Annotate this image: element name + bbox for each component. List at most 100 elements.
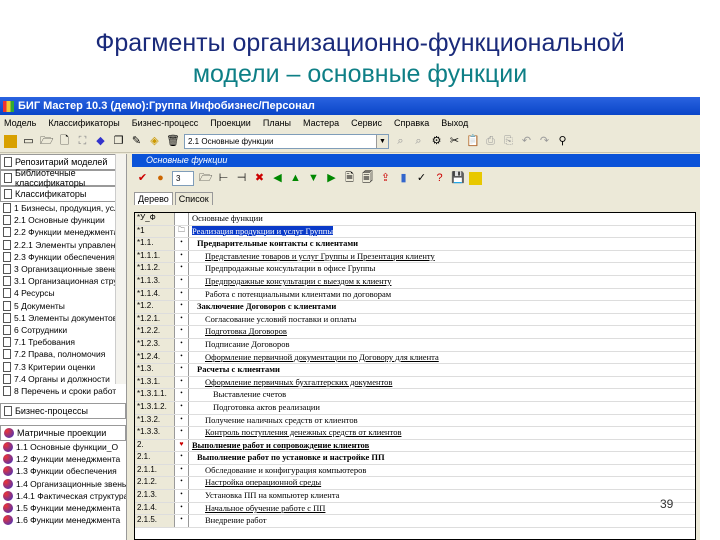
close-doc-icon[interactable] (469, 172, 482, 185)
menu-item[interactable]: Справка (394, 118, 429, 128)
open-icon[interactable]: 🗁 (40, 135, 53, 148)
preview-icon[interactable]: 🗎 (343, 172, 356, 185)
arrow-down-icon[interactable]: ▼ (307, 172, 320, 185)
table-row[interactable]: 2.1.•Выполнение работ по установке и нас… (135, 452, 695, 465)
settings-icon[interactable]: ⚙ (430, 135, 443, 148)
matrix-item[interactable]: 1.6 Функции менеджмента (0, 514, 126, 526)
table-row[interactable]: *1.2.1.•Согласование условий поставки и … (135, 314, 695, 327)
menu-item[interactable]: Модель (4, 118, 36, 128)
menu-item[interactable]: Бизнес-процесс (132, 118, 198, 128)
table-row[interactable]: *1.3.•Расчеты с клиентами (135, 364, 695, 377)
model-select[interactable]: 2.1 Основные функции▼ (184, 134, 389, 149)
replace-icon[interactable]: ⌕ (412, 135, 425, 148)
print-icon[interactable]: ⎙ (484, 135, 497, 148)
find-icon[interactable]: ⌕ (394, 135, 407, 148)
menu-item[interactable]: Мастера (303, 118, 339, 128)
table-row[interactable]: 2.♥Выполнение работ и сопровождение клие… (135, 440, 695, 453)
matrix-item[interactable]: 1.3 Функции обеспечения (0, 465, 126, 477)
table-row[interactable]: *1.3.1.1.•Выставление счетов (135, 389, 695, 402)
classifier-item[interactable]: 2.2.1 Элементы управления (0, 239, 126, 251)
classifier-item[interactable]: 7.4 Органы и должности (0, 373, 126, 385)
classifier-item[interactable]: 2.3 Функции обеспечения (0, 251, 126, 263)
table-row[interactable]: 2.1.2.•Настройка операционной среды (135, 477, 695, 490)
eraser-icon[interactable]: ◆ (94, 135, 107, 148)
classifier-item[interactable]: 6 Сотрудники (0, 324, 126, 336)
table-row[interactable]: *1.3.2.•Получение наличных средств от кл… (135, 415, 695, 428)
table-row[interactable]: *1.3.1.2.•Подготовка актов реализации (135, 402, 695, 415)
arrow-up-icon[interactable]: ▲ (289, 172, 302, 185)
table-row[interactable]: *1.1.2.•Предпродажные консультации в офи… (135, 263, 695, 276)
table-row[interactable]: *1🗀Реализация продукции и услуг Группы (135, 226, 695, 239)
matrix-item[interactable]: 1.4.1 Фактическая структура (0, 490, 126, 502)
table-row[interactable]: *1.1.•Предварительные контакты с клиента… (135, 238, 695, 251)
chevron-down-icon[interactable]: ▼ (376, 135, 388, 148)
classifier-item[interactable]: 7.2 Права, полномочия (0, 348, 126, 360)
classifier-item[interactable]: 5.1 Элементы документов (0, 312, 126, 324)
table-row[interactable]: 2.1.3.•Установка ПП на компьютер клиента (135, 490, 695, 503)
table-row[interactable]: *1.1.1.•Представление товаров и услуг Гр… (135, 251, 695, 264)
table-row[interactable]: *1.2.2.•Подготовка Договоров (135, 326, 695, 339)
help-icon[interactable]: ? (433, 172, 446, 185)
table-row[interactable]: 2.1.1.•Обследование и конфигурация компь… (135, 465, 695, 478)
arrow-right-icon[interactable]: ▶ (325, 172, 338, 185)
exit-icon[interactable] (4, 135, 17, 148)
matrix-group[interactable]: Матричные проекции (0, 425, 126, 441)
matrix-item[interactable]: 1.4 Организационные звенья (0, 478, 126, 490)
table-row[interactable]: 2.1.5.•Внедрение работ (135, 515, 695, 528)
palette-icon[interactable]: ● (154, 172, 167, 185)
business-process-group[interactable]: Бизнес-процессы (0, 403, 126, 419)
warning-icon[interactable]: ◈ (148, 135, 161, 148)
export-icon[interactable]: ⇪ (379, 172, 392, 185)
preview-icon[interactable]: ⎘ (502, 135, 515, 148)
matrix-item[interactable]: 1.1 Основные функции_О (0, 441, 126, 453)
table-row[interactable]: *1.2.3.•Подписание Договоров (135, 339, 695, 352)
binoculars-icon[interactable]: ⚲ (556, 135, 569, 148)
classifier-item[interactable]: 2.2 Функции менеджмента (0, 226, 126, 238)
classifier-item[interactable]: 7.3 Критерии оценки (0, 360, 126, 372)
tab-list[interactable]: Список (175, 192, 213, 205)
report-icon[interactable]: 🗐 (361, 172, 374, 185)
classifier-item[interactable]: 5 Документы (0, 300, 126, 312)
tab-tree[interactable]: Дерево (134, 192, 173, 205)
outdent-icon[interactable]: ⊣ (235, 172, 248, 185)
classifier-item[interactable]: 3 Организационные звенья (0, 263, 126, 275)
paste-icon[interactable]: 📋 (466, 135, 479, 148)
menu-item[interactable]: Классификаторы (48, 118, 119, 128)
matrix-item[interactable]: 1.5 Функции менеджмента (0, 502, 126, 514)
chart-icon[interactable]: ▮ (397, 172, 410, 185)
check-icon[interactable]: ✔ (136, 172, 149, 185)
new-icon[interactable]: 🗋 (58, 135, 71, 148)
classifier-item[interactable]: 2.1 Основные функции (0, 214, 126, 226)
delete-icon[interactable]: 🗑 (166, 135, 179, 148)
table-row[interactable]: *1.3.1.•Оформление первичных бухгалтерск… (135, 377, 695, 390)
undo-icon[interactable]: ↶ (520, 135, 533, 148)
indent-icon[interactable]: ⊢ (217, 172, 230, 185)
folder-icon[interactable]: 🗁 (199, 172, 212, 185)
window-icon[interactable]: ▭ (22, 135, 35, 148)
classifier-item[interactable]: 4 Ресурсы (0, 287, 126, 299)
copy-icon[interactable]: ❐ (112, 135, 125, 148)
navigator-group[interactable]: Библиотечные классификаторы (0, 170, 126, 186)
tree-icon[interactable]: ⛶ (76, 135, 89, 148)
menu-item[interactable]: Выход (441, 118, 468, 128)
navigator-group[interactable]: Классификаторы (0, 186, 126, 202)
edit-icon[interactable]: ✎ (130, 135, 143, 148)
table-row[interactable]: *1.3.3.•Контроль поступления денежных ср… (135, 427, 695, 440)
classifier-item[interactable]: 3.1 Организационная структура (0, 275, 126, 287)
classifier-item[interactable]: 1 Бизнесы, продукция, услуги (0, 202, 126, 214)
save-icon[interactable]: 💾 (451, 172, 464, 185)
scrollbar[interactable] (115, 154, 126, 384)
redo-icon[interactable]: ↷ (538, 135, 551, 148)
menu-item[interactable]: Сервис (351, 118, 382, 128)
remove-icon[interactable]: ✖ (253, 172, 266, 185)
classifier-item[interactable]: 7.1 Требования (0, 336, 126, 348)
matrix-item[interactable]: 1.2 Функции менеджмента (0, 453, 126, 465)
menu-item[interactable]: Проекции (210, 118, 251, 128)
classifier-item[interactable]: 8 Перечень и сроки работ (0, 385, 126, 397)
menu-item[interactable]: Планы (263, 118, 291, 128)
table-row[interactable]: *1.2.•Заключение Договоров с клиентами (135, 301, 695, 314)
table-row[interactable]: 2.1.4.•Начальное обучение работе с ПП (135, 503, 695, 516)
table-row[interactable]: *1.1.4.•Работа с потенциальными клиентам… (135, 289, 695, 302)
level-spinner[interactable]: 3 (172, 171, 194, 186)
check-list-icon[interactable]: ✓ (415, 172, 428, 185)
